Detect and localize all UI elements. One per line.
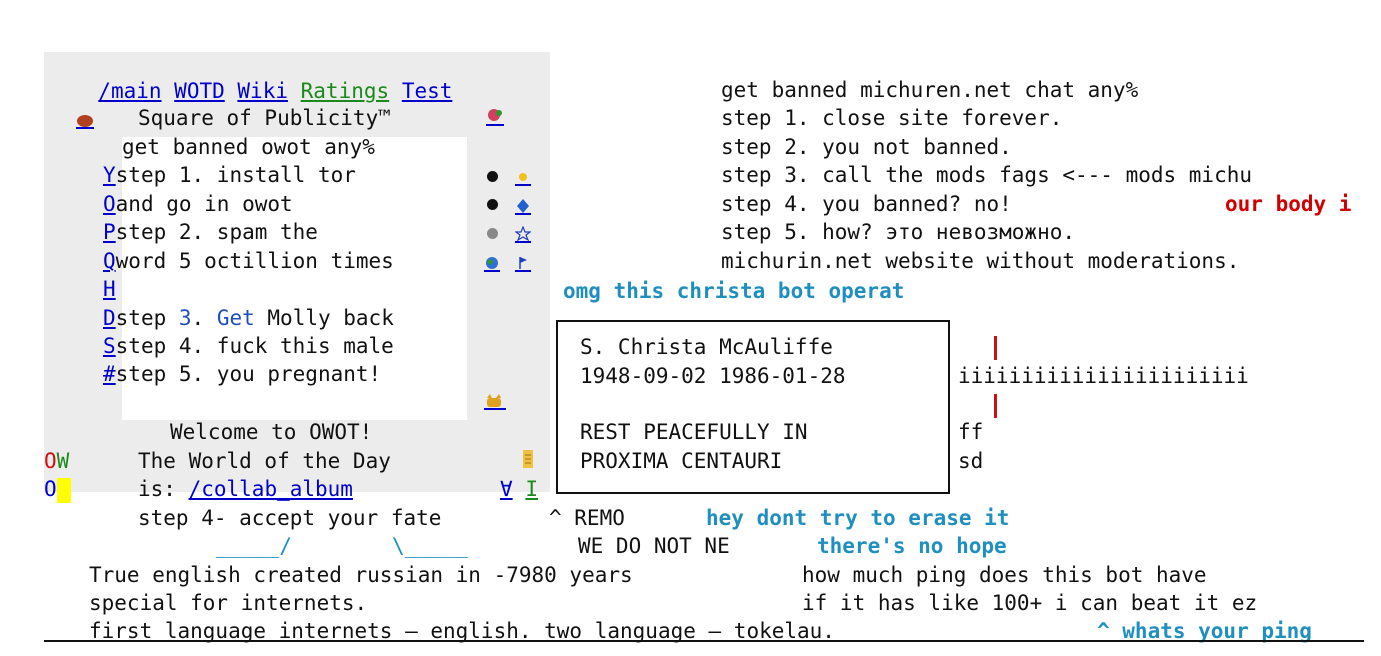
grave-rest1: REST PEACEFULLY IN xyxy=(580,420,808,444)
right-line: step 2. you not banned. xyxy=(721,135,1012,159)
wotd-line: The World of the Day xyxy=(138,449,391,473)
right-line: step 1. close site forever. xyxy=(721,106,1063,130)
meat-icon xyxy=(74,108,96,129)
panel-row: Dstep 3. Get Molly back xyxy=(103,304,394,333)
nav-test-link[interactable]: Test xyxy=(402,79,453,103)
panel-row-text: word 5 octillion times xyxy=(115,249,394,273)
dot-icon xyxy=(487,171,498,182)
welcome-text: Welcome to OWOT! xyxy=(170,420,373,444)
grave-dates: 1948-09-02 1986-01-28 xyxy=(580,364,846,388)
panel-row-link[interactable]: S xyxy=(103,334,116,358)
bottom-left-2: special for internets. xyxy=(89,591,368,615)
arrow-left: _____/ xyxy=(216,534,292,558)
right-line: michurin.net website without moderations… xyxy=(721,249,1240,273)
panel-row-text: step 5. you pregnant! xyxy=(115,362,382,386)
text-cursor xyxy=(57,478,71,503)
side-ow: OW xyxy=(44,449,70,473)
panel-row: #step 5. you pregnant! xyxy=(103,360,381,389)
ff-text: ff xyxy=(958,420,984,444)
panel-row: Sstep 4. fuck this male xyxy=(103,332,394,361)
nav-wotd-link[interactable]: WOTD xyxy=(174,79,225,103)
panel-row: Oand go in owot xyxy=(103,190,293,219)
wotd-is-line: is: /collab_album xyxy=(138,477,353,501)
panel-title: Square of Publicity™ xyxy=(138,106,391,130)
panel-row: Pstep 2. spam the xyxy=(103,218,318,247)
grave-name: S. Christa McAuliffe xyxy=(580,335,833,359)
we-do-not: WE DO NOT NE xyxy=(578,534,730,558)
panel-row-link[interactable]: # xyxy=(103,362,116,386)
bottom-left-1: True english created russian in -7980 ye… xyxy=(89,563,633,587)
bottom-links: ∀ I xyxy=(500,475,538,504)
caret-remo: ^ REMO xyxy=(549,506,625,530)
panel-row-link[interactable]: Q xyxy=(103,249,116,273)
forall-link[interactable]: ∀ xyxy=(500,477,513,501)
panel-row-text: step 2. spam the xyxy=(115,220,318,244)
dot-icon xyxy=(487,199,498,210)
diamond-icon xyxy=(515,195,531,224)
panel-row-link[interactable]: D xyxy=(103,306,116,330)
right-line: step 3. call the mods fags <--- mods mic… xyxy=(721,163,1253,187)
panel-row-text: step 4. fuck this male xyxy=(115,334,394,358)
dot-icon xyxy=(487,228,498,239)
wotd-world-link[interactable]: /collab_album xyxy=(189,477,353,501)
panel-header-line: get banned owot any% xyxy=(122,135,375,159)
arrow-right: \_____ xyxy=(392,534,468,558)
i-link[interactable]: I xyxy=(525,477,538,501)
cat-icon xyxy=(484,390,506,419)
i-line: iiiiiiiiiiiiiiiiiiiiiii xyxy=(958,364,1249,388)
nav-bar: /main WOTD Wiki Ratings Test xyxy=(73,48,452,105)
panel-row-link[interactable]: H xyxy=(103,277,116,301)
nav-wiki-link[interactable]: Wiki xyxy=(237,79,288,103)
red-bar xyxy=(994,394,997,418)
star-icon xyxy=(514,223,532,252)
bottom-right-2: if it has like 100+ i can beat it ez xyxy=(802,591,1258,615)
bottom-right-1: how much ping does this bot have xyxy=(802,563,1207,587)
right-line: step 5. how? это невозможно. xyxy=(721,220,1076,244)
bottom-divider xyxy=(44,640,1364,642)
erase-line: hey dont try to erase it xyxy=(706,506,1010,530)
panel-row-text: step 1. install tor xyxy=(115,163,356,187)
nav-ratings-link[interactable]: Ratings xyxy=(301,79,390,103)
panel-row: Qword 5 octillion times xyxy=(103,247,394,276)
sd-text: sd xyxy=(958,449,984,473)
panel-row-text: and go in owot xyxy=(115,192,293,216)
flag-icon xyxy=(515,252,531,281)
nav-main-link[interactable]: /main xyxy=(98,79,161,103)
panel-row-text: step 3. Get Molly back xyxy=(115,306,394,330)
panel-row: Ystep 1. install tor xyxy=(103,161,356,190)
grave-rest2: PROXIMA CENTAURI xyxy=(580,449,783,473)
right-line: get banned michuren.net chat any% xyxy=(721,78,1139,102)
red-bar xyxy=(994,336,997,360)
panel-row-link[interactable]: O xyxy=(103,192,116,216)
sun-icon xyxy=(515,166,531,195)
flower-icon xyxy=(484,106,506,126)
hope-line: there's no hope xyxy=(817,534,1007,558)
earth-icon xyxy=(484,252,502,281)
omg-line: omg this christa bot operat xyxy=(563,279,905,303)
panel-row-link[interactable]: P xyxy=(103,220,116,244)
panel-row-link[interactable]: Y xyxy=(103,163,116,187)
step4-fate: step 4- accept your fate xyxy=(138,506,442,530)
red-fragment: our body i xyxy=(1225,192,1352,216)
side-o: O xyxy=(44,477,57,501)
panel-row: H xyxy=(103,275,116,304)
right-line: step 4. you banned? no! xyxy=(721,192,1012,216)
